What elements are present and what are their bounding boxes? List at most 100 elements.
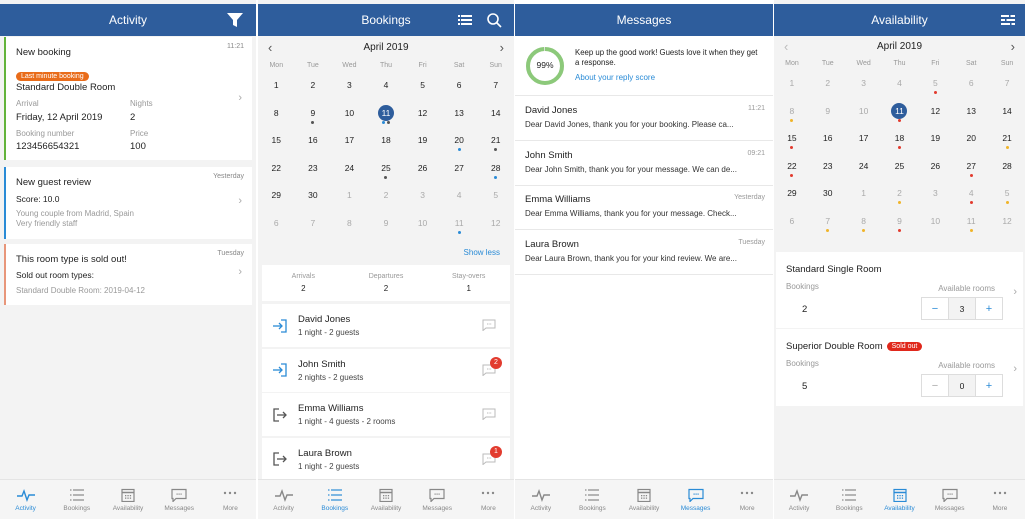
calendar-day[interactable]: 20	[953, 126, 989, 154]
tab-activity[interactable]: Activity	[515, 480, 567, 519]
calendar-day[interactable]: 21	[989, 126, 1025, 154]
tab-messages[interactable]: Messages	[154, 480, 205, 519]
settings-sliders-icon[interactable]	[1001, 4, 1015, 36]
calendar-day[interactable]: 4	[441, 183, 478, 211]
calendar-day[interactable]: 11	[441, 211, 478, 239]
tab-availability[interactable]: Availability	[874, 480, 924, 519]
calendar-day[interactable]: 8	[846, 209, 882, 237]
booking-row[interactable]: David Jones 1 night - 2 guests	[262, 304, 510, 347]
increment-button[interactable]: +	[976, 375, 1002, 396]
calendar-day[interactable]: 13	[953, 99, 989, 127]
calendar-day[interactable]: 19	[404, 128, 441, 156]
list-icon[interactable]	[458, 4, 472, 36]
calendar-day[interactable]: 5	[477, 183, 514, 211]
calendar-day[interactable]: 2	[295, 73, 332, 101]
calendar-day[interactable]: 5	[404, 73, 441, 101]
calendar-day[interactable]: 11	[953, 209, 989, 237]
calendar-day[interactable]: 24	[846, 154, 882, 182]
search-icon[interactable]	[486, 4, 502, 36]
calendar-day[interactable]: 4	[882, 71, 918, 99]
tab-activity[interactable]: Activity	[774, 480, 824, 519]
calendar-day[interactable]: 29	[774, 181, 810, 209]
tab-more[interactable]: More	[463, 480, 514, 519]
calendar-day[interactable]: 15	[774, 126, 810, 154]
decrement-button[interactable]: −	[922, 298, 948, 319]
calendar-day[interactable]: 14	[989, 99, 1025, 127]
calendar-day-selected[interactable]: 11	[882, 99, 918, 127]
calendar-day[interactable]: 23	[295, 156, 332, 184]
calendar-day[interactable]: 21	[477, 128, 514, 156]
increment-button[interactable]: +	[976, 298, 1002, 319]
decrement-button[interactable]: −	[922, 375, 948, 396]
calendar-day[interactable]: 7	[295, 211, 332, 239]
filter-icon[interactable]	[226, 4, 244, 36]
calendar-day[interactable]: 19	[917, 126, 953, 154]
activity-card-guest-review[interactable]: Yesterday New guest review Score: 10.0 Y…	[4, 167, 252, 239]
calendar-day[interactable]: 23	[810, 154, 846, 182]
activity-card-sold-out[interactable]: Tuesday This room type is sold out! Sold…	[4, 244, 252, 305]
calendar-day[interactable]: 5	[989, 181, 1025, 209]
calendar-day[interactable]: 6	[258, 211, 295, 239]
calendar-day[interactable]: 27	[441, 156, 478, 184]
message-icon[interactable]: 2	[482, 356, 502, 381]
calendar-day[interactable]: 2	[882, 181, 918, 209]
calendar-day[interactable]: 25	[882, 154, 918, 182]
calendar-day[interactable]: 17	[331, 128, 368, 156]
calendar-day[interactable]: 2	[368, 183, 405, 211]
calendar-day[interactable]: 12	[477, 211, 514, 239]
calendar-day[interactable]: 5	[917, 71, 953, 99]
next-month-button[interactable]: ›	[1011, 39, 1015, 54]
calendar-day[interactable]: 18	[368, 128, 405, 156]
message-row[interactable]: John Smith 09:21 Dear John Smith, thank yo…	[515, 141, 773, 186]
available-rooms-value[interactable]: 0	[948, 375, 976, 396]
calendar-day[interactable]: 18	[882, 126, 918, 154]
calendar-day[interactable]: 22	[258, 156, 295, 184]
calendar-day[interactable]: 28	[989, 154, 1025, 182]
calendar-day[interactable]: 24	[331, 156, 368, 184]
calendar-day[interactable]: 10	[917, 209, 953, 237]
calendar-day[interactable]: 12	[989, 209, 1025, 237]
calendar-day[interactable]: 29	[258, 183, 295, 211]
room-card-superior-double[interactable]: Superior Double Room Sold out Bookings 5 …	[776, 329, 1023, 406]
calendar-day[interactable]: 12	[404, 101, 441, 129]
calendar-day[interactable]: 13	[441, 101, 478, 129]
tab-bookings[interactable]: Bookings	[824, 480, 874, 519]
calendar-day[interactable]: 1	[846, 181, 882, 209]
calendar-day[interactable]: 1	[258, 73, 295, 101]
booking-row[interactable]: John Smith 2 nights - 2 guests 2	[262, 348, 510, 392]
calendar-day[interactable]: 1	[331, 183, 368, 211]
tab-availability[interactable]: Availability	[360, 480, 411, 519]
message-icon[interactable]: 1	[482, 445, 502, 470]
calendar-day[interactable]: 30	[810, 181, 846, 209]
tab-activity[interactable]: Activity	[258, 480, 309, 519]
message-icon[interactable]	[482, 407, 496, 425]
calendar-day[interactable]: 10	[846, 99, 882, 127]
calendar-day[interactable]: 26	[404, 156, 441, 184]
message-row[interactable]: David Jones 11:21 Dear David Jones, thank …	[515, 97, 773, 141]
available-rooms-value[interactable]: 3	[948, 298, 976, 319]
tab-more[interactable]: More	[721, 480, 773, 519]
tab-activity[interactable]: Activity	[0, 480, 51, 519]
calendar-day[interactable]: 7	[989, 71, 1025, 99]
calendar-day[interactable]: 16	[295, 128, 332, 156]
tab-bookings[interactable]: Bookings	[309, 480, 360, 519]
calendar-day[interactable]: 8	[258, 101, 295, 129]
calendar-day[interactable]: 15	[258, 128, 295, 156]
tab-more[interactable]: More	[205, 480, 256, 519]
calendar-day[interactable]: 2	[810, 71, 846, 99]
calendar-day[interactable]: 3	[917, 181, 953, 209]
calendar-day[interactable]: 28	[477, 156, 514, 184]
calendar-day[interactable]: 6	[441, 73, 478, 101]
calendar-day[interactable]: 9	[368, 211, 405, 239]
booking-row[interactable]: Emma Williams 1 night - 4 guests - 2 room…	[262, 393, 510, 436]
booking-row[interactable]: Laura Brown 1 night - 2 guests 1	[262, 437, 510, 481]
activity-card-new-booking[interactable]: 11:21 New booking Last minute booking St…	[4, 37, 252, 160]
message-row[interactable]: Laura Brown Tuesday Dear Laura Brown, than…	[515, 230, 773, 275]
calendar-day[interactable]: 7	[810, 209, 846, 237]
calendar-day[interactable]: 6	[953, 71, 989, 99]
calendar-day[interactable]: 10	[331, 101, 368, 129]
calendar-day[interactable]: 22	[774, 154, 810, 182]
calendar-day-selected[interactable]: 11	[368, 101, 405, 129]
calendar-day[interactable]: 27	[953, 154, 989, 182]
calendar-day[interactable]: 1	[774, 71, 810, 99]
